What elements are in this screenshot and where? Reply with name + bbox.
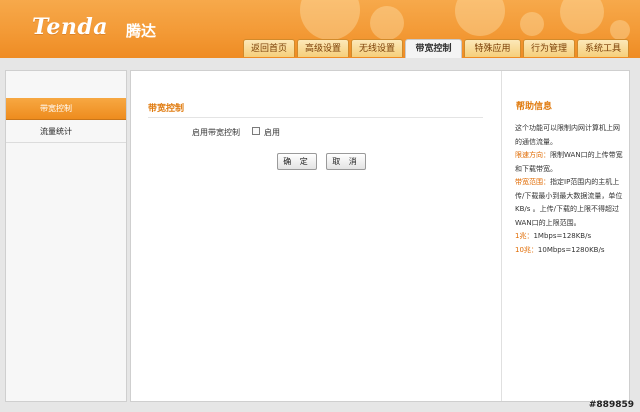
header-bubble (560, 0, 604, 34)
header-bar: Tenda 腾达 返回首页 高级设置 无线设置 带宽控制 特殊应用 行为管理 系… (0, 0, 640, 58)
tab-special-apps[interactable]: 特殊应用 (464, 39, 521, 57)
watermark: #889859 (588, 400, 634, 410)
title-divider (148, 117, 483, 118)
sidebar-item-traffic-stats[interactable]: 流量统计 (6, 121, 126, 143)
help-direction-term: 限速方向： (515, 151, 550, 159)
tenda-logo-cn: 腾达 (126, 22, 157, 40)
tab-behavior-mgmt[interactable]: 行为管理 (523, 39, 575, 57)
help-example2-term: 10兆： (515, 245, 538, 254)
help-example2-text: 10Mbps=1280KB/s (537, 245, 605, 254)
help-example1-text: 1Mbps=128KB/s (533, 232, 592, 240)
section-title: 带宽控制 (148, 104, 185, 114)
ok-button[interactable]: 确 定 (277, 153, 317, 170)
cancel-button[interactable]: 取 消 (326, 153, 366, 170)
header-bubble (610, 20, 630, 40)
sidebar-item-bandwidth-control[interactable]: 带宽控制 (6, 98, 126, 120)
tenda-logo: Tenda (32, 14, 108, 40)
header-bubble (370, 6, 404, 40)
tab-home[interactable]: 返回首页 (243, 39, 295, 57)
enable-bandwidth-label: 启用带宽控制 (192, 128, 240, 137)
tab-advanced[interactable]: 高级设置 (297, 39, 349, 57)
header-bubble (520, 12, 544, 36)
header-bubble (455, 0, 505, 36)
help-range-term: 带宽范围： (515, 178, 550, 186)
enable-bandwidth-checkbox[interactable] (252, 127, 260, 135)
main-panel: 带宽控制 启用带宽控制 启用 确 定 取 消 帮助信息 这个功能可以限制内网计算… (130, 70, 630, 402)
tab-system-tools[interactable]: 系统工具 (577, 39, 629, 57)
enable-checkbox-label: 启用 (264, 128, 280, 137)
help-title: 帮助信息 (516, 102, 553, 112)
sidebar: 带宽控制 流量统计 (5, 70, 127, 402)
help-text: 这个功能可以限制内网计算机上网的通信流量。 限速方向：限制WAN口的上传带宽和下… (515, 122, 623, 257)
tab-wireless[interactable]: 无线设置 (351, 39, 403, 57)
main-nav-tabs: 返回首页 高级设置 无线设置 带宽控制 特殊应用 行为管理 系统工具 (243, 39, 631, 58)
help-intro: 这个功能可以限制内网计算机上网的通信流量。 (515, 124, 620, 146)
header-bubble (300, 0, 360, 40)
tab-bandwidth[interactable]: 带宽控制 (405, 39, 462, 58)
help-divider (501, 71, 502, 401)
help-example1-term: 1兆： (515, 232, 534, 240)
